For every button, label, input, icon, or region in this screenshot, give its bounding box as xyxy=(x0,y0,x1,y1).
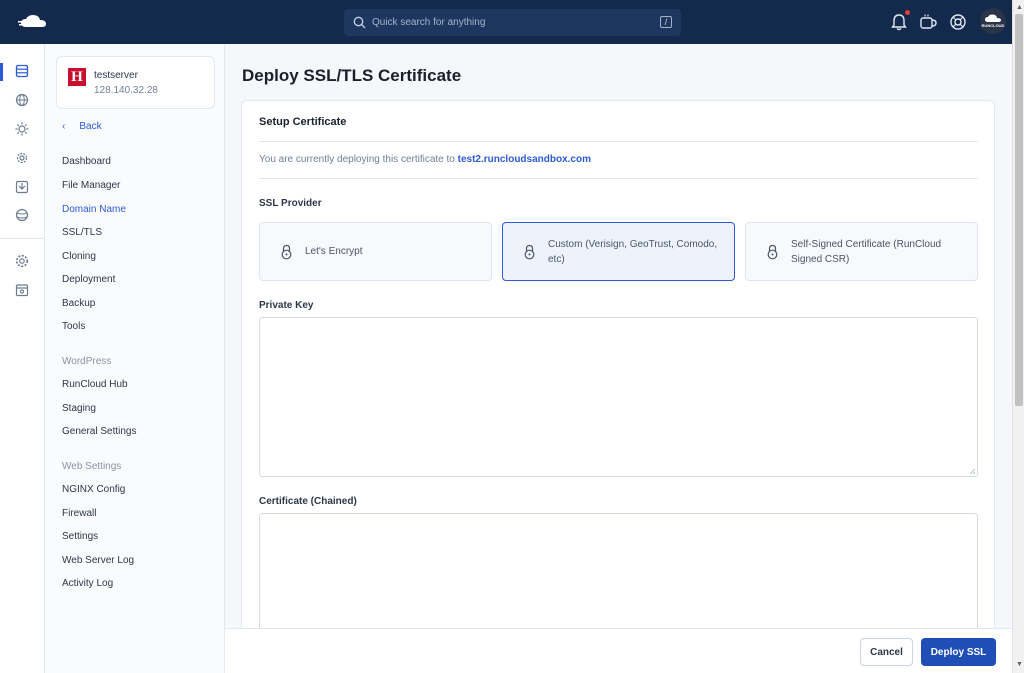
search-shortcut-key: / xyxy=(660,16,672,28)
servers-icon[interactable] xyxy=(15,64,29,78)
search-placeholder: Quick search for anything xyxy=(372,17,486,28)
page-scrollbar[interactable]: ▲ ▼ xyxy=(1012,0,1024,673)
sidebar-item-tools[interactable]: Tools xyxy=(62,321,85,332)
provider-label: Self-Signed Certificate (RunCloud Signed… xyxy=(791,238,942,265)
server-card[interactable]: H testserver 128.140.32.28 xyxy=(56,56,215,109)
sidebar-item-ssl-tls[interactable]: SSL/TLS xyxy=(62,227,102,238)
avatar-cloud-icon xyxy=(985,14,1001,22)
sidebar-item-firewall[interactable]: Firewall xyxy=(62,508,96,519)
provider-label: Let's Encrypt xyxy=(305,246,363,257)
sidebar-item-backup[interactable]: Backup xyxy=(62,298,95,309)
server-provider-logo: H xyxy=(68,68,86,86)
sidebar-item-dashboard[interactable]: Dashboard xyxy=(62,156,111,167)
private-key-label: Private Key xyxy=(259,300,314,311)
sidebar-item-cloning[interactable]: Cloning xyxy=(62,251,96,262)
provider-label: Custom (Verisign, GeoTrust, Comodo, etc) xyxy=(548,238,718,265)
sidebar-item-file-manager[interactable]: File Manager xyxy=(62,180,120,191)
sidebar-item-runcloud-hub[interactable]: RunCloud Hub xyxy=(62,379,128,390)
certificate-label: Certificate (Chained) xyxy=(259,496,357,507)
icon-rail xyxy=(0,44,45,673)
sidebar-group-web-settings: Web Settings xyxy=(62,461,122,472)
inbox-icon[interactable] xyxy=(15,180,29,194)
cloud-gear-icon[interactable] xyxy=(15,151,29,165)
sidebar-item-domain-name[interactable]: Domain Name xyxy=(62,204,126,215)
private-key-textarea[interactable] xyxy=(259,317,978,477)
sun-icon[interactable] xyxy=(15,122,29,136)
scroll-thumb[interactable] xyxy=(1015,14,1023,406)
ssl-provider-label: SSL Provider xyxy=(259,198,322,209)
settings-icon[interactable] xyxy=(15,254,29,268)
server-name: testserver xyxy=(94,70,138,81)
deploy-target-domain: test2.runcloudsandbox.com xyxy=(457,154,591,165)
main-content: Deploy SSL/TLS Certificate Setup Certifi… xyxy=(225,44,1012,673)
lock-icon xyxy=(281,244,292,260)
notification-dot xyxy=(905,10,910,15)
help-icon[interactable] xyxy=(949,13,967,31)
deploy-target-prefix: You are currently deploying this certifi… xyxy=(259,154,455,165)
back-link[interactable]: ‹ Back xyxy=(62,121,102,132)
chevron-left-icon: ‹ xyxy=(62,121,66,132)
provider-option-self-signed[interactable]: Self-Signed Certificate (RunCloud Signed… xyxy=(745,222,978,281)
sidebar-item-staging[interactable]: Staging xyxy=(62,403,96,414)
quick-search[interactable]: Quick search for anything / xyxy=(344,9,681,36)
server-ip: 128.140.32.28 xyxy=(94,85,158,96)
avatar-text: RUNCLOUD xyxy=(981,23,1005,28)
rail-divider xyxy=(0,238,45,239)
top-bar: Quick search for anything / RUNCLOUD xyxy=(0,0,1012,44)
scroll-down-arrow-icon[interactable]: ▼ xyxy=(1016,661,1023,668)
archive-icon[interactable] xyxy=(15,283,29,297)
panel-title: Setup Certificate xyxy=(259,116,347,128)
provider-option-lets-encrypt[interactable]: Let's Encrypt xyxy=(259,222,492,281)
divider xyxy=(259,141,978,142)
page-title: Deploy SSL/TLS Certificate xyxy=(242,66,462,85)
sidebar-item-web-server-log[interactable]: Web Server Log xyxy=(62,555,134,566)
divider xyxy=(259,178,978,179)
sidebar-item-deployment[interactable]: Deployment xyxy=(62,274,115,285)
sidebar-item-activity-log[interactable]: Activity Log xyxy=(62,578,113,589)
search-icon xyxy=(353,16,366,29)
setup-certificate-panel: Setup Certificate You are currently depl… xyxy=(241,100,995,673)
bell-icon[interactable] xyxy=(890,13,908,31)
resize-grip-icon[interactable] xyxy=(969,468,976,475)
server-sidebar: H testserver 128.140.32.28 ‹ Back Dashboa… xyxy=(45,44,225,673)
runcloud-logo[interactable] xyxy=(18,12,50,32)
rail-active-indicator xyxy=(0,63,3,81)
sidebar-item-settings[interactable]: Settings xyxy=(62,531,98,542)
globe-icon[interactable] xyxy=(15,93,29,107)
sidebar-item-general-settings[interactable]: General Settings xyxy=(62,426,137,437)
user-avatar[interactable]: RUNCLOUD xyxy=(980,8,1006,34)
scroll-up-arrow-icon[interactable]: ▲ xyxy=(1016,4,1023,11)
cancel-button[interactable]: Cancel xyxy=(860,638,913,666)
sidebar-group-wordpress: WordPress xyxy=(62,356,112,367)
lock-icon xyxy=(767,244,778,260)
coffee-icon[interactable] xyxy=(919,13,937,31)
provider-option-custom[interactable]: Custom (Verisign, GeoTrust, Comodo, etc) xyxy=(502,222,735,281)
back-label: Back xyxy=(79,121,102,132)
action-footer: Cancel Deploy SSL xyxy=(225,628,1012,673)
network-icon[interactable] xyxy=(15,208,29,222)
deploy-ssl-button[interactable]: Deploy SSL xyxy=(921,638,996,666)
sidebar-item-nginx-config[interactable]: NGINX Config xyxy=(62,484,125,495)
lock-icon xyxy=(524,244,535,260)
deploy-target-text: You are currently deploying this certifi… xyxy=(259,154,591,165)
